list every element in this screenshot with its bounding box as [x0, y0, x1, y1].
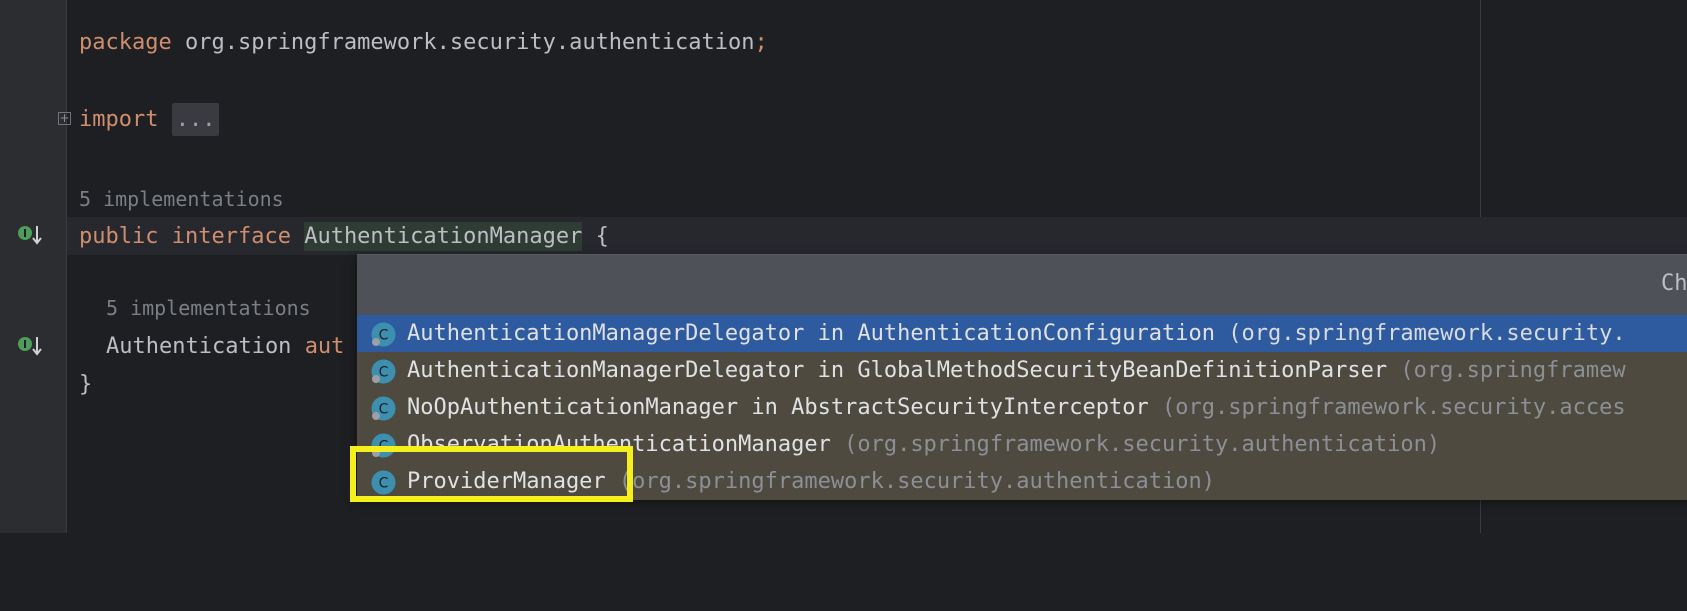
class-name: NoOpAuthenticationManager — [407, 395, 739, 420]
class-icon: C — [371, 322, 396, 347]
package-line: package org.springframework.security.aut… — [79, 28, 768, 58]
editor-gutter — [0, 0, 66, 533]
method-declaration-line: Authentication aut — [106, 332, 344, 362]
list-item[interactable]: C NoOpAuthenticationManager in AbstractS… — [357, 389, 1687, 426]
package-hint: (org.springframew — [1387, 358, 1626, 383]
enclosing-class: in GlobalMethodSecurityBeanDefinitionPar… — [804, 358, 1388, 383]
import-fold-placeholder[interactable]: ... — [171, 103, 220, 136]
highlight-annotation-box — [350, 446, 633, 502]
implemented-method-icon[interactable] — [16, 333, 46, 359]
package-hint: (org.springframework.security. — [1214, 321, 1626, 346]
interface-name[interactable]: AuthenticationManager — [304, 222, 583, 251]
import-keyword: import — [79, 107, 159, 132]
method-return-type: Authentication — [106, 334, 292, 359]
implementations-hint[interactable]: 5 implementations — [79, 184, 284, 214]
package-hint: (org.springframework.security.acces — [1148, 395, 1626, 420]
list-item[interactable]: C AuthenticationManagerDelegator in Auth… — [357, 315, 1687, 352]
popup-header: Ch — [357, 255, 1687, 315]
class-icon: C — [371, 396, 396, 421]
interface-declaration-line: public interface AuthenticationManager { — [79, 222, 609, 252]
class-name: AuthenticationManagerDelegator — [407, 358, 805, 383]
interface-keyword: interface — [171, 224, 291, 249]
close-brace: } — [79, 372, 93, 397]
open-brace: { — [582, 224, 609, 249]
implemented-interface-icon[interactable] — [16, 222, 46, 248]
class-icon: C — [371, 359, 396, 384]
package-hint: (org.springframework.security.authentica… — [830, 432, 1441, 457]
package-keyword: package — [79, 30, 172, 55]
method-implementations-hint[interactable]: 5 implementations — [106, 293, 311, 323]
public-keyword: public — [79, 224, 159, 249]
list-item[interactable]: C AuthenticationManagerDelegator in Glob… — [357, 352, 1687, 389]
package-hint: (org.springframework.security.authentica… — [605, 469, 1215, 494]
svg-text:C: C — [379, 402, 389, 418]
svg-text:C: C — [379, 328, 389, 344]
package-name: org.springframework.security.authenticat… — [171, 30, 755, 55]
enclosing-class: in AuthenticationConfiguration — [804, 321, 1215, 346]
class-name: AuthenticationManagerDelegator — [407, 321, 805, 346]
semicolon: ; — [754, 30, 768, 55]
svg-text:C: C — [379, 365, 389, 381]
enclosing-class: in AbstractSecurityInterceptor — [738, 395, 1149, 420]
import-line: import ... — [79, 103, 220, 136]
method-name-partial: aut — [304, 334, 345, 359]
popup-header-text: Ch — [1661, 271, 1687, 296]
